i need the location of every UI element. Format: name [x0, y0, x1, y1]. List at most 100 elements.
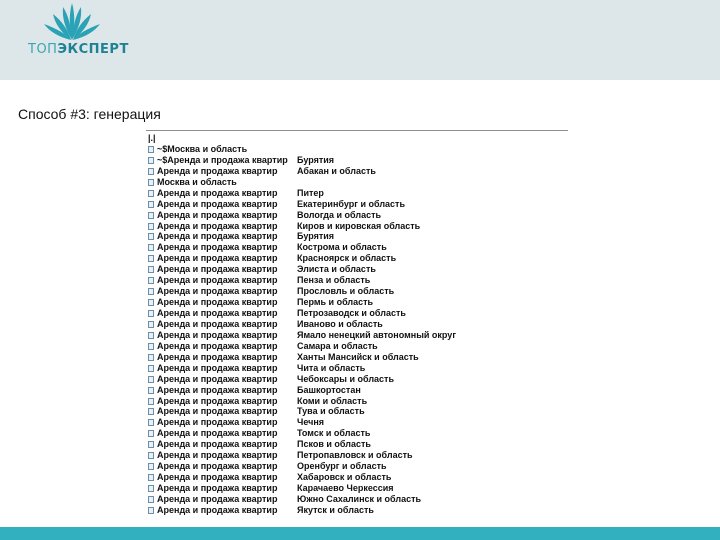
list-item[interactable]: Аренда и продажа квартир Абакан и область [148, 166, 566, 177]
file-name-part2: Екатеринбург и область [297, 198, 405, 209]
logo-icon [44, 3, 100, 40]
file-name-part1: Аренда и продажа квартир [157, 352, 278, 362]
file-name-part2: Ханты Мансийск и область [297, 351, 419, 362]
list-item[interactable]: Аренда и продажа квартир Прословль и обла… [148, 286, 566, 297]
file-name-part1: Аренда и продажа квартир [157, 199, 278, 209]
file-icon [148, 441, 154, 449]
list-item[interactable]: Аренда и продажа квартир Вологда и област… [148, 210, 566, 221]
file-icon [148, 255, 154, 263]
file-icon [148, 156, 154, 164]
file-name-part2: Якутск и область [297, 504, 374, 515]
file-icon [148, 331, 154, 339]
list-item[interactable]: Аренда и продажа квартир Томск и область [148, 428, 566, 439]
file-name-part1: Аренда и продажа квартир [157, 232, 278, 242]
file-icon [148, 145, 154, 153]
file-icon [148, 397, 154, 405]
file-name-part1: Аренда и продажа квартир [157, 287, 278, 297]
file-name-part2: Вологда и область [297, 209, 382, 220]
file-icon [148, 430, 154, 438]
list-item[interactable]: Аренда и продажа квартир Псков и область [148, 439, 566, 450]
list-item[interactable]: Аренда и продажа квартир Чита и область [148, 363, 566, 374]
file-icon [148, 299, 154, 307]
list-item[interactable]: Аренда и продажа квартир Ямало ненецкий а… [148, 330, 566, 341]
file-name-part1: Аренда и продажа квартир [157, 396, 278, 406]
file-icon [148, 353, 154, 361]
file-name-part1: Аренда и продажа квартир [157, 374, 278, 384]
file-icon [148, 222, 154, 230]
header-band: ТОПЭКСПЕРТ [0, 0, 720, 80]
file-icon [148, 277, 154, 285]
list-item[interactable]: Аренда и продажа квартир Южно Сахалинск и… [148, 494, 566, 505]
file-name-part2: Пенза и область [297, 275, 371, 286]
list-item[interactable]: Аренда и продажа квартир Иваново и област… [148, 319, 566, 330]
file-icon [148, 408, 154, 416]
file-icon [148, 288, 154, 296]
file-icon [148, 386, 154, 394]
list-item[interactable]: Москва и область [148, 177, 566, 188]
file-icon [148, 233, 154, 241]
list-item[interactable]: Аренда и продажа квартир Элиста и область [148, 264, 566, 275]
list-item[interactable]: Аренда и продажа квартир Карачаево Черкес… [148, 483, 566, 494]
list-item[interactable]: Аренда и продажа квартир Петропавловск и … [148, 450, 566, 461]
file-name-part1: Аренда и продажа квартир [157, 319, 278, 329]
list-item[interactable]: ~$Москва и область [148, 144, 566, 155]
list-item[interactable]: ~$Аренда и продажа квартир Бурятия [148, 155, 566, 166]
list-item[interactable]: Аренда и продажа квартир Петрозаводск и о… [148, 308, 566, 319]
file-icon [148, 463, 154, 471]
file-name-part2: Оренбург и область [297, 461, 387, 472]
file-name-part1: Аренда и продажа квартир [157, 188, 278, 198]
list-item[interactable]: Аренда и продажа квартир Якутск и область [148, 505, 566, 516]
slide-title: Способ #3: генерация [18, 106, 161, 122]
list-item[interactable]: Аренда и продажа квартир Бурятия [148, 232, 566, 243]
file-icon [148, 178, 154, 186]
list-item[interactable]: Аренда и продажа квартир Питер [148, 188, 566, 199]
list-item[interactable]: Аренда и продажа квартир Пенза и область [148, 275, 566, 286]
file-icon [148, 244, 154, 252]
file-name-part2: Псков и область [297, 439, 371, 450]
file-icon [148, 474, 154, 482]
file-name-part1: Аренда и продажа квартир [157, 462, 278, 472]
file-name-part1: Москва и область [157, 177, 237, 187]
file-icon [148, 320, 154, 328]
list-item[interactable]: Аренда и продажа квартир Ханты Мансийск и… [148, 352, 566, 363]
file-name-part1: Аренда и продажа квартир [157, 276, 278, 286]
file-name-part2: Кострома и область [297, 242, 387, 253]
file-name-part1: Аренда и продажа квартир [157, 166, 278, 176]
list-item[interactable]: Аренда и продажа квартир Тува и область [148, 407, 566, 418]
file-list: ~$Москва и область ~$Аренда и продажа ква… [148, 144, 566, 516]
file-name-part1: Аренда и продажа квартир [157, 440, 278, 450]
list-item[interactable]: Аренда и продажа квартир Коми и область [148, 396, 566, 407]
file-name-part1: Аренда и продажа квартир [157, 429, 278, 439]
list-item[interactable]: Аренда и продажа квартир Хабаровск и обла… [148, 472, 566, 483]
file-name-part2: Бурятия [297, 154, 335, 165]
list-item[interactable]: Аренда и продажа квартир Оренбург и облас… [148, 461, 566, 472]
file-name-part2: Абакан и область [297, 165, 376, 176]
file-name-part1: ~$Аренда и продажа квартир [157, 155, 288, 165]
list-item[interactable]: Аренда и продажа квартир Екатеринбург и о… [148, 199, 566, 210]
file-name-part1: Аренда и продажа квартир [157, 254, 278, 264]
divider [146, 130, 568, 131]
list-item[interactable]: Аренда и продажа квартир Самара и область [148, 341, 566, 352]
file-name-part1: Аренда и продажа квартир [157, 341, 278, 351]
list-item[interactable]: Аренда и продажа квартир Пермь и область [148, 297, 566, 308]
file-icon [148, 364, 154, 372]
list-item[interactable]: Аренда и продажа квартир Чечня [148, 417, 566, 428]
file-name-part2: Хабаровск и область [297, 472, 392, 483]
list-item[interactable]: Аренда и продажа квартир Кострома и облас… [148, 242, 566, 253]
file-icon [148, 167, 154, 175]
file-name-part2: Иваново и область [297, 318, 383, 329]
file-name-part1: Аренда и продажа квартир [157, 221, 278, 231]
file-name-part1: Аренда и продажа квартир [157, 363, 278, 373]
list-item[interactable]: Аренда и продажа квартир Киров и кировска… [148, 221, 566, 232]
file-name-part1: Аренда и продажа квартир [157, 494, 278, 504]
file-name-part2: Карачаево Черкессия [297, 483, 394, 494]
list-item[interactable]: Аренда и продажа квартир Чебоксары и обла… [148, 374, 566, 385]
logo-wordmark: ТОПЭКСПЕРТ [28, 42, 129, 57]
file-name-part2: Прословль и область [297, 286, 395, 297]
file-name-part2: Самара и область [297, 340, 378, 351]
file-icon [148, 506, 154, 514]
list-item[interactable]: Аренда и продажа квартир Башкортостан [148, 385, 566, 396]
file-icon [148, 452, 154, 460]
file-name-part2: Чита и область [297, 362, 366, 373]
list-item[interactable]: Аренда и продажа квартир Красноярск и обл… [148, 253, 566, 264]
